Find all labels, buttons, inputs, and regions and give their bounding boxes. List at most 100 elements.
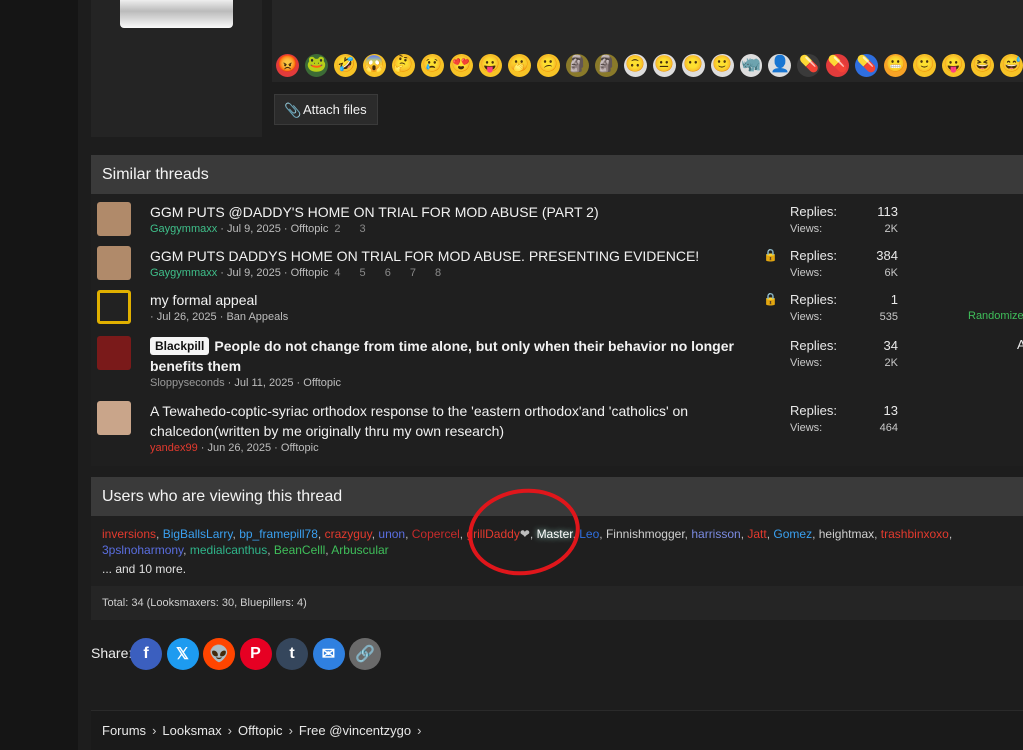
emoji-button[interactable]: 😕 [536, 53, 560, 77]
emoji-button[interactable]: 🙂 [710, 53, 734, 77]
thread-forum[interactable]: Offtopic [303, 377, 341, 389]
thread-avatar[interactable] [97, 290, 131, 324]
viewer-user[interactable]: BigBallsLarry [163, 527, 233, 541]
viewer-user[interactable]: inversions [102, 527, 156, 541]
thread-pages[interactable]: 4 5 6 7 8 [334, 267, 449, 279]
emoji-button[interactable]: 😆 [971, 53, 995, 77]
emoji-button[interactable]: 💊 [797, 53, 821, 77]
thread-title[interactable]: GGM PUTS DADDYS HOME ON TRIAL FOR MOD AB… [150, 246, 770, 266]
emoji-bar: 😡 🐸 🤣 😱 🤔 😢 😍 😛 🫢 😕 🗿 🗿 🙃 😐 😶 🙂 🦏 👤 💊 💊 💊 😬 🙂 😛 😆 😅 [276, 52, 1023, 78]
viewer-user[interactable]: harrisson [691, 527, 740, 541]
emoji-button[interactable]: 🙃 [623, 53, 647, 77]
viewer-user[interactable]: BeanCelll [274, 543, 325, 557]
chevron-right-icon: › [227, 723, 232, 738]
thread-title[interactable]: A Tewahedo-coptic-syriac orthodox respon… [150, 401, 770, 441]
thread-row[interactable]: my formal appeal · Jul 26, 2025 · Ban App… [91, 288, 1023, 332]
emoji-button[interactable]: 👤 [768, 53, 792, 77]
thread-avatar[interactable] [97, 336, 131, 370]
thread-title-text[interactable]: People do not change from time alone, bu… [150, 338, 734, 374]
emoji-button[interactable]: 😬 [884, 53, 908, 77]
emoji-button[interactable]: 😛 [478, 53, 502, 77]
thread-author[interactable]: Sloppyseconds [150, 377, 225, 389]
breadcrumb-item[interactable]: Free @vincentzygo [299, 723, 411, 738]
thread-row[interactable]: GGM PUTS @DADDY'S HOME ON TRIAL FOR MOD … [91, 200, 1023, 244]
thread-title[interactable]: my formal appeal [150, 290, 770, 310]
breadcrumb-item[interactable]: Looksmax [162, 723, 221, 738]
breadcrumb-item[interactable]: Forums [102, 723, 146, 738]
viewers-more[interactable]: ... and 10 more. [102, 562, 186, 576]
viewer-user[interactable]: medialcanthus [190, 543, 267, 557]
emoji-button[interactable]: 😅 [1000, 53, 1023, 77]
emoji-button[interactable]: 😡 [276, 53, 299, 77]
emoji-button[interactable]: 😐 [652, 53, 676, 77]
thread-forum[interactable]: Ban Appeals [226, 311, 288, 323]
thread-row[interactable]: Blackpill People do not change from time … [91, 334, 1023, 389]
viewer-user[interactable]: Gomez [773, 527, 812, 541]
thread-title-text[interactable]: GGM PUTS DADDYS HOME ON TRIAL FOR MOD AB… [150, 248, 699, 264]
emoji-button[interactable]: 🗿 [594, 53, 618, 77]
share-reddit-button[interactable]: 👽 [203, 638, 235, 670]
thread-title-text[interactable]: A Tewahedo-coptic-syriac orthodox respon… [150, 403, 688, 439]
viewer-user[interactable]: Finnishmogger [606, 527, 685, 541]
thread-title[interactable]: GGM PUTS @DADDY'S HOME ON TRIAL FOR MOD … [150, 202, 770, 222]
latest-poster[interactable]: A [1017, 337, 1023, 352]
thread-author[interactable]: Gaygymmaxx [150, 223, 217, 235]
emoji-button[interactable]: 🦏 [739, 53, 763, 77]
viewer-user[interactable]: Copercel [412, 527, 460, 541]
thread-title[interactable]: Blackpill People do not change from time … [150, 336, 770, 376]
emoji-button[interactable]: 🤣 [333, 53, 357, 77]
emoji-button[interactable]: 🙂 [913, 53, 937, 77]
thread-title-text[interactable]: GGM PUTS @DADDY'S HOME ON TRIAL FOR MOD … [150, 204, 599, 220]
thread-title-text[interactable]: my formal appeal [150, 292, 257, 308]
breadcrumb-item[interactable]: Offtopic [238, 723, 283, 738]
emoji-button[interactable]: 😛 [942, 53, 966, 77]
share-email-button[interactable]: ✉ [312, 638, 345, 670]
emoji-button[interactable]: 😱 [362, 53, 386, 77]
chevron-right-icon: › [152, 723, 157, 738]
viewer-user[interactable]: crazyguy [325, 527, 372, 541]
emoji-button[interactable]: 💊 [855, 53, 879, 77]
viewer-user[interactable]: trashbinxoxo [881, 527, 949, 541]
thread-prefix[interactable]: Blackpill [150, 337, 210, 355]
emoji-button[interactable]: 🐸 [304, 53, 328, 77]
share-pinterest-button[interactable]: P [239, 638, 272, 670]
share-facebook-button[interactable]: f [130, 638, 162, 670]
lock-icon: 🔒 [763, 248, 778, 262]
latest-poster[interactable]: Randomized [968, 310, 1023, 322]
thread-forum[interactable]: Offtopic [291, 267, 329, 279]
emoji-button[interactable]: 🗿 [565, 53, 589, 77]
thread-forum[interactable]: Offtopic [291, 223, 329, 235]
emoji-button[interactable]: 🤔 [391, 53, 415, 77]
thread-date: · Jul 9, 2025 · [217, 223, 291, 235]
replies-label: Replies: [790, 248, 837, 263]
viewer-user[interactable]: 3pslnoharmony [102, 543, 183, 557]
views-label: Views: [790, 311, 823, 323]
thread-avatar[interactable] [97, 401, 131, 435]
viewer-user[interactable]: unon [378, 527, 405, 541]
thread-pages[interactable]: 2 3 [334, 223, 373, 235]
share-x-button[interactable]: 𝕏 [166, 638, 199, 670]
emoji-button[interactable]: 😢 [420, 53, 444, 77]
thread-author[interactable]: Gaygymmaxx [150, 267, 217, 279]
thread-avatar[interactable] [97, 246, 131, 280]
thread-row[interactable]: A Tewahedo-coptic-syriac orthodox respon… [91, 399, 1023, 454]
share-link-button[interactable]: 🔗 [349, 638, 381, 670]
thread-avatar[interactable] [97, 202, 131, 236]
attach-files-button[interactable]: 📎 Attach files [274, 94, 378, 125]
thread-author[interactable]: yandex99 [150, 442, 198, 454]
thread-forum[interactable]: Offtopic [281, 442, 319, 454]
viewer-user[interactable]: Jatt [747, 527, 766, 541]
viewer-user[interactable]: bp_framepill78 [239, 527, 318, 541]
views-count: 464 [879, 422, 898, 434]
viewer-user[interactable]: Arbuscular [331, 543, 388, 557]
thread-row[interactable]: GGM PUTS DADDYS HOME ON TRIAL FOR MOD AB… [91, 244, 1023, 288]
viewer-user[interactable]: Leo [579, 527, 599, 541]
share-tumblr-button[interactable]: t [276, 638, 308, 670]
viewer-user[interactable]: heightmax [819, 527, 874, 541]
views-count: 2K [884, 357, 898, 369]
emoji-button[interactable]: 😍 [449, 53, 473, 77]
views-label: Views: [790, 357, 823, 369]
emoji-button[interactable]: 😶 [681, 53, 705, 77]
emoji-button[interactable]: 🫢 [507, 53, 531, 77]
emoji-button[interactable]: 💊 [826, 53, 850, 77]
